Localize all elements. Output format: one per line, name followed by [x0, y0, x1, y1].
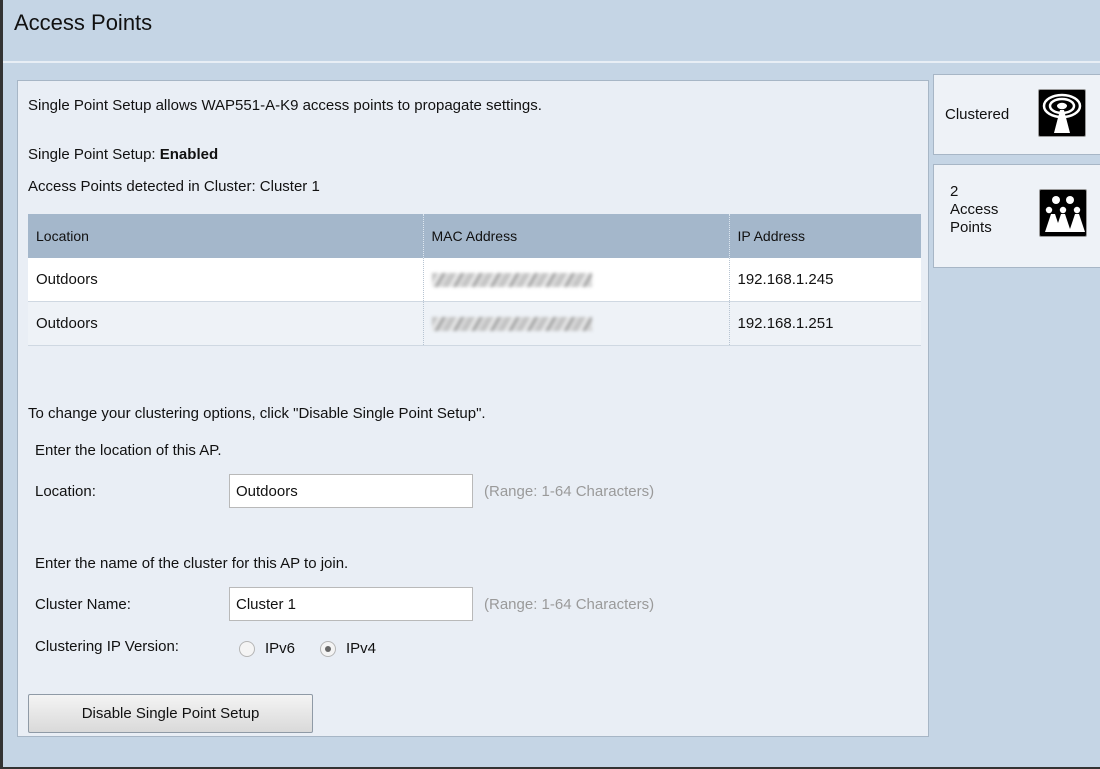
column-header-location: Location: [28, 214, 424, 258]
ipv4-label: IPv4: [346, 640, 377, 657]
cluster-name-label: Cluster Name:: [35, 596, 131, 613]
access-points-table: Location MAC Address IP Address Outdoors…: [28, 214, 921, 346]
table-row: Outdoors 192.168.1.245: [28, 258, 921, 302]
cluster-panel: Single Point Setup allows WAP551-A-K9 ac…: [17, 80, 929, 737]
intro-text: Single Point Setup allows WAP551-A-K9 ac…: [28, 97, 542, 114]
sps-status: Single Point Setup: Enabled: [28, 146, 218, 163]
column-header-ip: IP Address: [729, 214, 921, 258]
sps-label: Single Point Setup:: [28, 146, 156, 163]
ipv6-radio[interactable]: [239, 641, 255, 657]
access-points-count: 2: [950, 183, 959, 200]
cell-mac: [423, 258, 730, 302]
access-points-label-line2: Points: [950, 219, 992, 236]
ipv4-radio[interactable]: [320, 641, 336, 657]
window-frame-left: [0, 0, 3, 769]
cell-ip: 192.168.1.251: [729, 301, 921, 346]
cluster-prompt: Enter the name of the cluster for this A…: [35, 555, 349, 572]
title-divider: [3, 61, 1100, 63]
clustered-label: Clustered: [945, 106, 1010, 123]
cell-location: Outdoors: [28, 301, 424, 346]
access-points-summary: 2 Access Points: [950, 183, 998, 237]
cell-location: Outdoors: [28, 258, 424, 302]
disable-single-point-setup-button[interactable]: Disable Single Point Setup: [28, 694, 313, 733]
location-input[interactable]: [229, 474, 473, 508]
clustered-card: Clustered: [933, 74, 1100, 155]
access-points-group-icon: [1039, 189, 1087, 237]
ip-version-label: Clustering IP Version:: [35, 638, 179, 655]
redacted-mac-address: [431, 273, 592, 288]
table-row: Outdoors 192.168.1.251: [28, 301, 921, 346]
redacted-mac-address: [431, 317, 592, 332]
page-title: Access Points: [14, 10, 153, 35]
access-points-label-line1: Access: [950, 201, 999, 218]
wireless-antenna-icon: [1038, 89, 1086, 137]
location-label: Location:: [35, 483, 96, 500]
location-range-hint: (Range: 1-64 Characters): [484, 483, 655, 500]
table-header-row: Location MAC Address IP Address: [28, 214, 921, 258]
cluster-name-input[interactable]: [229, 587, 473, 621]
location-prompt: Enter the location of this AP.: [35, 442, 222, 459]
detected-text: Access Points detected in Cluster: Clust…: [28, 178, 320, 195]
cell-ip: 192.168.1.245: [729, 258, 921, 302]
cell-mac: [423, 301, 730, 346]
access-points-card: 2 Access Points: [933, 164, 1100, 268]
change-options-hint: To change your clustering options, click…: [28, 405, 486, 422]
sps-value: Enabled: [159, 146, 219, 163]
column-header-mac: MAC Address: [423, 214, 730, 258]
ipv6-label: IPv6: [265, 640, 296, 657]
cluster-range-hint: (Range: 1-64 Characters): [484, 596, 655, 613]
